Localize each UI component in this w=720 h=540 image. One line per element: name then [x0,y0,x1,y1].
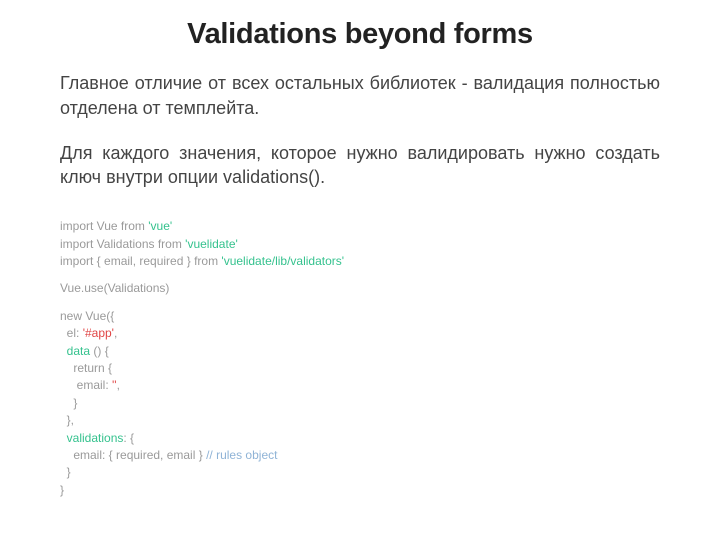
data-open: () { [90,344,109,358]
indent [60,344,67,358]
close-brace: } [60,396,77,410]
str-vuelidate: 'vuelidate' [182,237,238,251]
el-value: '#app' [83,326,114,340]
code-block-instance: new Vue({ el: '#app', data () { return {… [60,308,660,499]
kw-from: from [158,237,182,251]
close-brace: } [60,483,64,497]
kw-from: from [194,254,218,268]
comma: , [117,378,120,392]
comma: , [114,326,117,340]
email-key: email: [60,378,112,392]
slide: Validations beyond forms Главное отличие… [0,0,720,540]
data-key: data [67,344,90,358]
paragraph-1: Главное отличие от всех остальных библио… [60,71,660,121]
kw-import: import [60,237,93,251]
return: return { [60,361,112,375]
kw-import: import [60,254,93,268]
comment: // rules object [206,448,277,462]
email-rules: email: { required, email } [60,448,206,462]
code-block-imports: import Vue from 'vue' import Validations… [60,218,660,270]
kw-import: import [60,219,93,233]
body-text: Главное отличие от всех остальных библио… [60,71,660,190]
close-brace: } [60,465,71,479]
indent [60,431,67,445]
vue-ctor: Vue({ [82,309,114,323]
el-key: el: [60,326,83,340]
close-brace: }, [60,413,74,427]
paragraph-2: Для каждого значения, которое нужно вали… [60,141,660,191]
validations-open: : { [123,431,134,445]
kw-from: from [121,219,145,233]
kw-new: new [60,309,82,323]
vue-use: Vue.use(Validations) [60,281,169,295]
validations-key: validations [67,431,124,445]
code-block-use: Vue.use(Validations) [60,280,660,297]
ident-vue: Vue [93,219,121,233]
ident-destructure: { email, required } [93,254,194,268]
str-validators: 'vuelidate/lib/validators' [218,254,344,268]
str-vue: 'vue' [145,219,172,233]
slide-title: Validations beyond forms [60,18,660,51]
ident-validations: Validations [93,237,157,251]
